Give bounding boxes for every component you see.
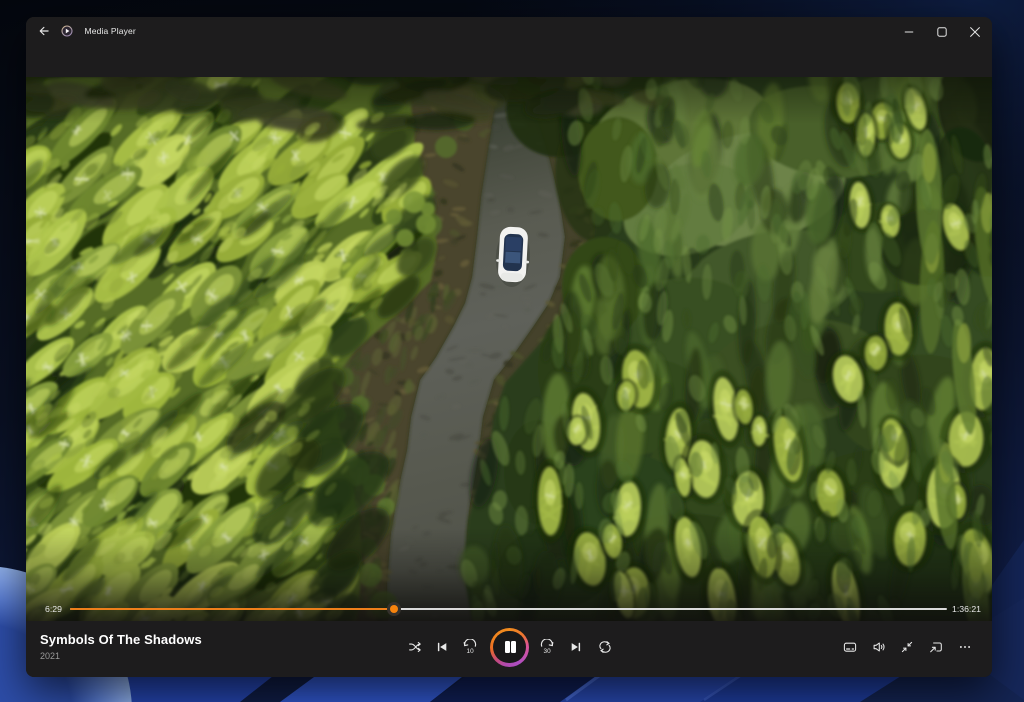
svg-text:30: 30 xyxy=(543,648,551,655)
svg-text:10: 10 xyxy=(467,648,475,655)
